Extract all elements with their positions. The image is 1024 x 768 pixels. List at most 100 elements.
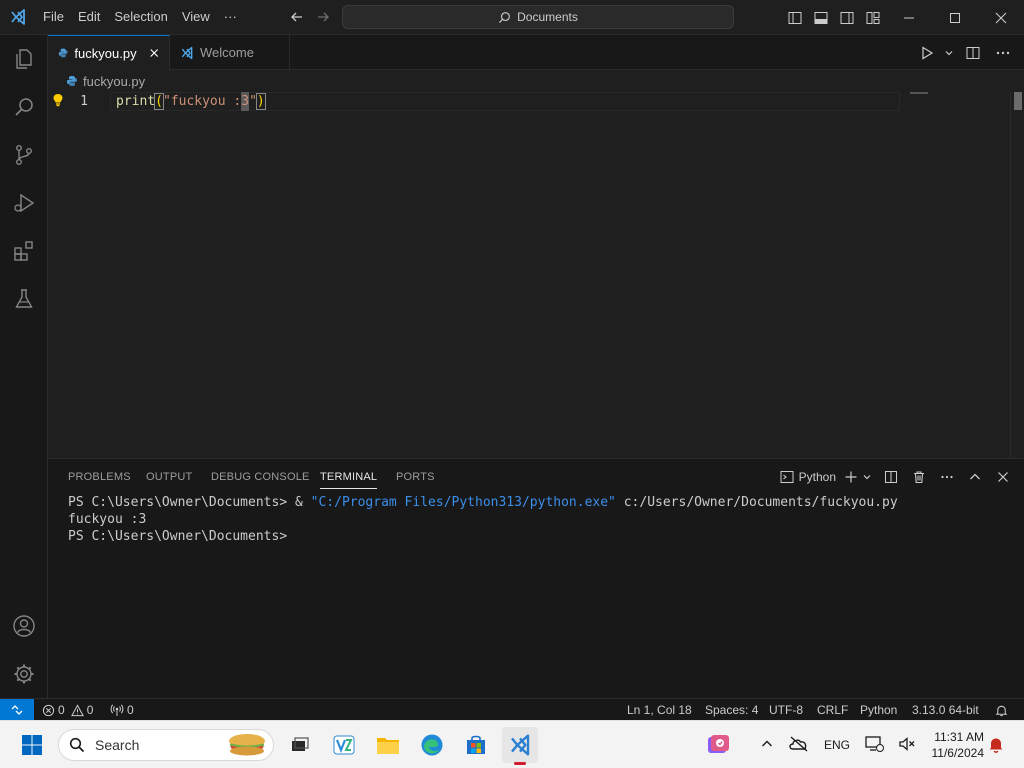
tab-label: Welcome	[200, 45, 254, 60]
toggle-panel-icon[interactable]	[808, 6, 834, 30]
terminal-prompt: PS C:\Users\Owner\Documents> &	[68, 495, 311, 510]
new-terminal-plus-icon[interactable]	[842, 465, 860, 489]
chevron-down-icon[interactable]	[944, 48, 956, 58]
accounts-icon[interactable]	[0, 602, 48, 650]
toggle-secondary-sidebar-icon[interactable]	[834, 6, 860, 30]
terminal-line-1[interactable]: PS C:\Users\Owner\Documents> & "C:/Progr…	[68, 494, 898, 511]
code-string: "fuckyou :	[162, 94, 242, 109]
close-panel-icon[interactable]	[990, 465, 1016, 489]
ports-count: 0	[127, 703, 134, 717]
more-actions-icon[interactable]	[990, 41, 1016, 65]
volume-muted-icon[interactable]	[898, 736, 916, 755]
taskbar-search-box[interactable]: Search	[58, 729, 274, 761]
back-arrow-icon[interactable]	[284, 5, 310, 29]
editor-area[interactable]: 1 print("fuckyou :3")	[48, 92, 1024, 458]
encoding[interactable]: UTF-8	[769, 699, 803, 721]
editor-scrollbar[interactable]	[1010, 92, 1024, 458]
copilot-widget-icon[interactable]	[700, 727, 736, 763]
toggle-primary-sidebar-icon[interactable]	[782, 6, 808, 30]
end-of-line[interactable]: CRLF	[817, 699, 848, 721]
menu-view[interactable]: View	[175, 5, 217, 29]
menu-edit[interactable]: Edit	[71, 5, 107, 29]
code-function: print	[116, 94, 156, 109]
warning-count: 0	[86, 703, 94, 717]
panel-actions: Python	[776, 459, 1016, 495]
maximize-panel-chevron-up-icon[interactable]	[962, 465, 988, 489]
menu-more[interactable]: ···	[217, 5, 244, 29]
search-placeholder: Search	[95, 737, 140, 753]
edge-browser-icon[interactable]	[414, 727, 450, 763]
tab-fuckyou-py[interactable]: fuckyou.py	[48, 35, 170, 70]
forward-arrow-icon[interactable]	[310, 5, 336, 29]
terminal-icon	[780, 471, 794, 483]
problems-status[interactable]: 0 0	[42, 699, 93, 721]
notification-bell-icon[interactable]	[988, 721, 1004, 768]
customize-layout-icon[interactable]	[860, 6, 886, 30]
code-line-1[interactable]: print("fuckyou :3")	[116, 92, 266, 111]
line-number: 1	[80, 94, 88, 109]
explorer-icon[interactable]	[0, 35, 48, 83]
chevron-down-icon[interactable]	[862, 472, 876, 482]
file-explorer-icon[interactable]	[370, 727, 406, 763]
command-center-label: Documents	[517, 10, 578, 24]
tab-debug-console[interactable]: DEBUG CONSOLE	[211, 459, 310, 495]
show-hidden-icons-chevron-up-icon[interactable]	[760, 737, 774, 754]
visual-studio-app-icon[interactable]	[326, 727, 362, 763]
manage-gear-icon[interactable]	[0, 650, 48, 698]
warning-icon	[70, 703, 84, 716]
maximize-icon[interactable]	[932, 0, 978, 35]
more-actions-icon[interactable]	[934, 465, 960, 489]
vscode-taskbar-icon[interactable]	[502, 727, 538, 765]
remote-indicator-icon[interactable]	[0, 699, 34, 721]
bottom-panel: PROBLEMS OUTPUT DEBUG CONSOLE TERMINAL P…	[48, 458, 1024, 698]
display-monitor-icon[interactable]	[864, 735, 885, 756]
cursor-position[interactable]: Ln 1, Col 18	[627, 699, 692, 721]
search-icon[interactable]	[0, 83, 48, 131]
ports-status[interactable]: 0	[110, 699, 134, 721]
trash-icon[interactable]	[906, 465, 932, 489]
microsoft-store-icon[interactable]	[458, 727, 494, 763]
onedrive-offline-icon[interactable]	[788, 735, 810, 755]
terminal-prompt-line[interactable]: PS C:\Users\Owner\Documents>	[68, 528, 287, 545]
tab-welcome[interactable]: Welcome	[170, 35, 290, 70]
close-tab-icon[interactable]	[149, 47, 159, 59]
run-and-debug-icon[interactable]	[0, 179, 48, 227]
indentation[interactable]: Spaces: 4	[705, 699, 758, 721]
tab-ports[interactable]: PORTS	[396, 459, 435, 495]
vscode-logo-icon	[181, 46, 193, 59]
extensions-icon[interactable]	[0, 227, 48, 275]
tab-output[interactable]: OUTPUT	[146, 459, 192, 495]
clock[interactable]: 11:31 AM 11/6/2024	[922, 721, 985, 768]
task-view-icon[interactable]	[282, 727, 318, 763]
run-python-file-icon[interactable]	[914, 41, 940, 65]
menu-selection[interactable]: Selection	[107, 5, 174, 29]
split-terminal-icon[interactable]	[878, 465, 904, 489]
split-editor-icon[interactable]	[960, 41, 986, 65]
editor-actions	[914, 35, 1016, 70]
code-paren-close: )	[255, 93, 266, 110]
input-language[interactable]: ENG	[824, 738, 850, 752]
minimize-icon[interactable]	[886, 0, 932, 35]
scrollbar-thumb[interactable]	[1014, 92, 1022, 110]
clock-time: 11:31 AM	[934, 730, 984, 744]
windows-taskbar: Search ENG 11:31 AM 11/6/2024	[0, 720, 1024, 768]
windows-start-icon[interactable]	[14, 727, 50, 763]
minimap[interactable]	[910, 92, 928, 94]
tab-terminal[interactable]: TERMINAL	[320, 459, 378, 495]
menu-file[interactable]: File	[36, 5, 71, 29]
testing-flask-icon[interactable]	[0, 275, 48, 323]
language-mode[interactable]: Python	[860, 699, 897, 721]
command-center[interactable]: Documents	[342, 5, 734, 29]
python-file-icon	[67, 76, 77, 86]
vscode-logo-icon[interactable]	[0, 0, 36, 35]
terminal-profile-label: Python	[798, 470, 836, 484]
tab-problems[interactable]: PROBLEMS	[68, 459, 131, 495]
python-interpreter[interactable]: 3.13.0 64-bit	[912, 699, 979, 721]
close-window-icon[interactable]	[978, 0, 1024, 35]
notifications-bell-icon[interactable]	[995, 699, 1008, 721]
source-control-icon[interactable]	[0, 131, 48, 179]
breadcrumb[interactable]: fuckyou.py	[48, 70, 1024, 92]
breadcrumb-file[interactable]: fuckyou.py	[83, 74, 145, 89]
terminal-profile[interactable]: Python	[776, 470, 840, 484]
text-cursor: 3	[241, 92, 250, 111]
